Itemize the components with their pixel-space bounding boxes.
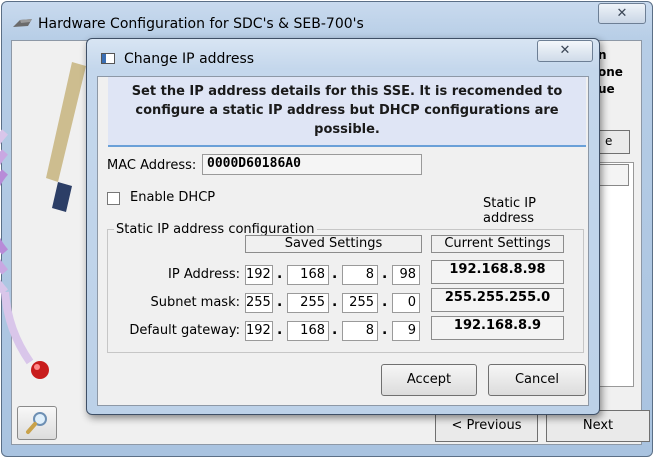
ip-octet-1[interactable]: 192: [245, 265, 273, 285]
octet-separator: .: [277, 322, 283, 338]
outer-side-line-2: one: [598, 65, 623, 79]
gateway-octet-2[interactable]: 168: [287, 321, 329, 341]
octet-separator: .: [277, 294, 283, 310]
octet-separator: .: [382, 266, 388, 282]
mac-address-label: MAC Address:: [107, 158, 197, 173]
outer-window-title-bar: Hardware Configuration for SDC's & SEB-7…: [12, 16, 364, 32]
outer-window-title: Hardware Configuration for SDC's & SEB-7…: [38, 16, 364, 32]
search-button[interactable]: [17, 406, 57, 440]
enable-dhcp-checkbox[interactable]: [107, 192, 120, 205]
gateway-octet-4[interactable]: 9: [392, 321, 420, 341]
cancel-button[interactable]: Cancel: [488, 364, 586, 396]
octet-separator: .: [277, 266, 283, 282]
subnet-octet-2[interactable]: 255: [287, 293, 329, 313]
outer-close-button[interactable]: ✕: [598, 3, 646, 24]
default-gateway-label: Default gateway:: [129, 323, 240, 338]
mac-address-field: 0000D60186A0: [202, 154, 422, 175]
gateway-octet-3[interactable]: 8: [342, 321, 378, 341]
change-ip-dialog: Change IP address ✕ Set the IP address d…: [86, 38, 600, 415]
octet-separator: .: [332, 322, 338, 338]
ip-octet-4[interactable]: 98: [392, 265, 420, 285]
dialog-close-button[interactable]: ✕: [537, 40, 593, 62]
dialog-window-icon: [101, 53, 115, 64]
wireless-device-icon: [0, 62, 86, 379]
outer-side-list: [594, 162, 634, 387]
address-mode-text: Static IP address: [483, 196, 536, 226]
octet-separator: .: [382, 294, 388, 310]
close-icon: ✕: [616, 6, 628, 21]
outer-side-line-3: ue: [598, 82, 615, 96]
enable-dhcp-label[interactable]: Enable DHCP: [130, 190, 215, 205]
dialog-title: Change IP address: [124, 51, 255, 67]
current-settings-header: Current Settings: [431, 235, 564, 253]
octet-separator: .: [332, 294, 338, 310]
current-subnet-mask: 255.255.255.0: [431, 288, 564, 312]
subnet-octet-3[interactable]: 255: [342, 293, 378, 313]
subnet-octet-1[interactable]: 255: [245, 293, 273, 313]
close-icon: ✕: [559, 43, 571, 58]
octet-separator: .: [332, 266, 338, 282]
window-app-icon: [13, 19, 32, 27]
outer-side-line-1: n: [598, 48, 607, 62]
ip-octet-3[interactable]: 8: [342, 265, 378, 285]
magnifier-icon: [26, 412, 47, 434]
subnet-mask-label: Subnet mask:: [150, 295, 240, 310]
outer-side-text: n one ue: [598, 47, 623, 98]
ip-address-label: IP Address:: [168, 267, 240, 282]
gateway-octet-1[interactable]: 192: [245, 321, 273, 341]
octet-separator: .: [382, 322, 388, 338]
saved-settings-header: Saved Settings: [245, 235, 422, 253]
ip-octet-2[interactable]: 168: [287, 265, 329, 285]
current-ip-address: 192.168.8.98: [431, 260, 564, 284]
info-banner: Set the IP address details for this SSE.…: [108, 77, 586, 147]
current-default-gateway: 192.168.8.9: [431, 316, 564, 340]
dialog-client-area: Set the IP address details for this SSE.…: [97, 76, 589, 406]
subnet-octet-4[interactable]: 0: [392, 293, 420, 313]
accept-button[interactable]: Accept: [381, 364, 477, 396]
